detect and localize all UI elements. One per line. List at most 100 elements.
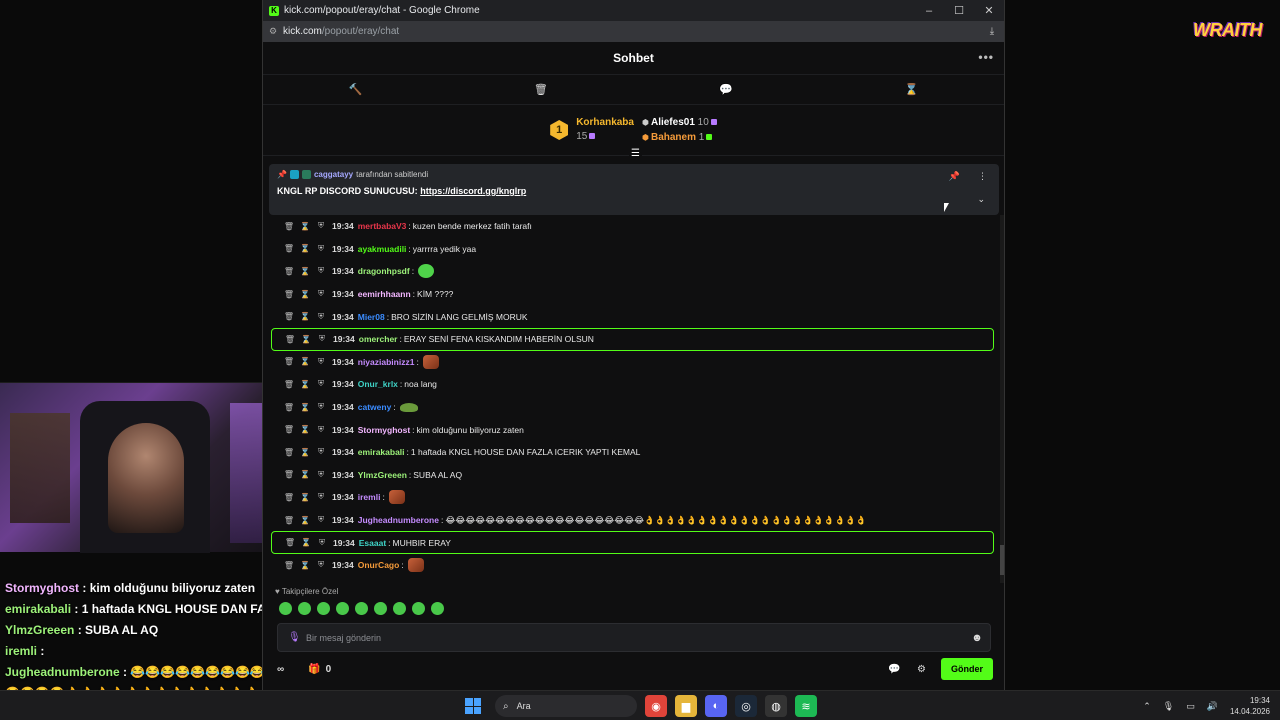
timeout-hourglass-icon[interactable]: ⌛ <box>297 561 313 570</box>
timeout-hourglass-icon[interactable]: ⌛ <box>297 267 313 276</box>
discord-icon[interactable]: ◐ <box>705 695 727 717</box>
ban-shield-icon[interactable]: ⛨ <box>313 221 329 231</box>
chat-message-row[interactable]: 🗑 ⌛ ⛨ 19:34 iremli: <box>263 486 1004 509</box>
timeout-hourglass-icon[interactable]: ⌛ <box>298 538 314 547</box>
site-settings-icon[interactable]: ⚙ <box>269 26 283 37</box>
display-icon[interactable]: ▭ <box>1186 701 1195 712</box>
ban-shield-icon[interactable]: ⛨ <box>313 402 329 412</box>
chat-message-row[interactable]: 🗑 ⌛ ⛨ 19:34 dragonhpsdf: <box>263 260 1004 283</box>
emote-button[interactable] <box>298 602 311 615</box>
ban-shield-icon[interactable]: ⛨ <box>313 560 329 570</box>
pinned-link[interactable]: https://discord.gg/knglrp <box>420 186 526 196</box>
delete-message-icon[interactable]: 🗑 <box>281 470 297 479</box>
delete-message-icon[interactable]: 🗑 <box>281 561 297 570</box>
chevron-up-icon[interactable]: ⌃ <box>1143 701 1151 712</box>
ban-shield-icon[interactable]: ⛨ <box>313 379 329 389</box>
timeout-hourglass-icon[interactable]: ⌛ <box>297 425 313 434</box>
more-options-icon[interactable]: ••• <box>978 50 994 64</box>
delete-message-icon[interactable]: 🗑 <box>281 403 297 412</box>
delete-message-icon[interactable]: 🗑 <box>281 448 297 457</box>
delete-message-icon[interactable]: 🗑 <box>281 290 297 299</box>
delete-message-icon[interactable]: 🗑 <box>281 267 297 276</box>
ban-hammer-icon[interactable]: 🔨 <box>263 75 448 104</box>
timeout-hourglass-icon[interactable]: ⌛ <box>297 493 313 502</box>
chrome-icon[interactable]: ◉ <box>645 695 667 717</box>
microphone-icon[interactable]: 🎙 <box>288 632 306 643</box>
message-username[interactable]: Esaaat <box>359 538 386 548</box>
chat-message-row[interactable]: 🗑 ⌛ ⛨ 19:34 OnurCago: <box>263 554 1004 577</box>
ban-shield-icon[interactable]: ⛨ <box>313 357 329 367</box>
emote-button[interactable] <box>393 602 406 615</box>
chat-message-row[interactable]: 🗑 ⌛ ⛨ 19:34 YlmzGreeen: SUBA AL AQ <box>263 464 1004 487</box>
timeout-hourglass-icon[interactable]: ⌛ <box>297 380 313 389</box>
chat-message-row[interactable]: 🗑 ⌛ ⛨ 19:34 emirakabali:1 haftada KNGL HOUSE… <box>263 441 1004 464</box>
emote-button[interactable] <box>431 602 444 615</box>
message-username[interactable]: Stormyghost <box>358 425 410 435</box>
leaderboard-second[interactable]: ⬢ Aliefes01 10 <box>642 115 717 130</box>
message-username[interactable]: eemirhhaann <box>358 289 411 299</box>
emote-button[interactable] <box>317 602 330 615</box>
delete-message-icon[interactable]: 🗑 <box>281 357 297 366</box>
trash-icon[interactable]: 🗑 <box>448 75 633 104</box>
ban-shield-icon[interactable]: ⛨ <box>313 289 329 299</box>
unpin-icon[interactable]: 📌 <box>949 171 960 182</box>
emote-button[interactable] <box>336 602 349 615</box>
chat-scrollbar[interactable] <box>1000 215 1004 583</box>
ban-shield-icon[interactable]: ⛨ <box>313 244 329 254</box>
scrollbar-thumb[interactable] <box>1000 545 1004 575</box>
delete-message-icon[interactable]: 🗑 <box>281 516 297 525</box>
timeout-hourglass-icon[interactable]: ⌛ <box>297 470 313 479</box>
chat-bubble-icon[interactable]: 💬 <box>634 75 819 104</box>
message-username[interactable]: niyaziabinizz1 <box>358 357 415 367</box>
infinity-icon[interactable]: ∞ <box>277 664 284 675</box>
delete-message-icon[interactable]: 🗑 <box>282 335 298 344</box>
ban-shield-icon[interactable]: ⛨ <box>314 334 330 344</box>
ban-shield-icon[interactable]: ⛨ <box>313 425 329 435</box>
timeout-hourglass-icon[interactable]: ⌛ <box>297 222 313 231</box>
pinned-more-icon[interactable]: ⋮ <box>978 171 987 182</box>
message-username[interactable]: YlmzGreeen <box>358 470 407 480</box>
message-username[interactable]: Mier08 <box>358 312 385 322</box>
chat-bubble-icon[interactable]: 💬 <box>881 664 908 675</box>
delete-message-icon[interactable]: 🗑 <box>281 425 297 434</box>
timeout-hourglass-icon[interactable]: ⌛ <box>297 244 313 253</box>
chevron-down-icon[interactable]: ⌄ <box>977 194 985 205</box>
chat-message-row[interactable]: 🗑 ⌛ ⛨ 19:34 eemirhhaann: KİM ???? <box>263 283 1004 306</box>
chat-message-row[interactable]: 🗑 ⌛ ⛨ 19:34 Onur_krlx: noa lang <box>263 373 1004 396</box>
emote-button[interactable] <box>374 602 387 615</box>
pinned-by-user[interactable]: caggatayy <box>314 170 353 179</box>
chat-message-row[interactable]: 🗑 ⌛ ⛨ 19:34 niyaziabinizz1: <box>263 351 1004 374</box>
ban-shield-icon[interactable]: ⛨ <box>313 470 329 480</box>
timeout-hourglass-icon[interactable]: ⌛ <box>298 335 314 344</box>
timeout-hourglass-icon[interactable]: ⌛ <box>297 312 313 321</box>
message-input[interactable] <box>306 632 964 643</box>
message-username[interactable]: OnurCago <box>358 560 400 570</box>
send-button[interactable]: Gönder <box>940 658 993 680</box>
chat-message-row[interactable]: 🗑 ⌛ ⛨ 19:34 Mier08: BRO SİZİN LANG GELMİŞ MOR… <box>263 305 1004 328</box>
ban-shield-icon[interactable]: ⛨ <box>313 492 329 502</box>
timeout-hourglass-icon[interactable]: ⌛ <box>297 290 313 299</box>
ban-shield-icon[interactable]: ⛨ <box>313 515 329 525</box>
chat-message-row[interactable]: 🗑 ⌛ ⛨ 19:34 Jugheadnumberone: 😂😂😂😂😂😂😂😂😂😂😂😂😂😂😂… <box>263 509 1004 532</box>
maximize-button[interactable]: ☐ <box>944 4 974 17</box>
chat-message-row[interactable]: 🗑 ⌛ ⛨ 19:34 catweny: <box>263 396 1004 419</box>
chat-message-row[interactable]: 🗑 ⌛ ⛨ 19:34 mertbabaV3: kuzen bende merkez fa… <box>263 215 1004 238</box>
leaderboard-first[interactable]: Korhankaba 15 <box>576 116 634 144</box>
ban-shield-icon[interactable]: ⛨ <box>314 538 330 548</box>
delete-message-icon[interactable]: 🗑 <box>281 244 297 253</box>
obs-icon[interactable]: ◍ <box>765 695 787 717</box>
delete-message-icon[interactable]: 🗑 <box>281 222 297 231</box>
steam-icon[interactable]: ◎ <box>735 695 757 717</box>
timeout-hourglass-icon[interactable]: ⌛ <box>297 403 313 412</box>
hourglass-icon[interactable]: ⌛ <box>819 75 1004 104</box>
delete-message-icon[interactable]: 🗑 <box>282 538 298 547</box>
chat-message-row[interactable]: 🗑 ⌛ ⛨ 19:34 Esaaat: MUHBIR ERAY <box>271 531 994 554</box>
ban-shield-icon[interactable]: ⛨ <box>313 447 329 457</box>
collapse-leaderboard-icon[interactable]: ☰ <box>629 148 642 159</box>
timeout-hourglass-icon[interactable]: ⌛ <box>297 448 313 457</box>
ban-shield-icon[interactable]: ⛨ <box>313 266 329 276</box>
message-username[interactable]: Jugheadnumberone <box>358 515 439 525</box>
message-username[interactable]: iremli <box>358 492 381 502</box>
emote-button[interactable] <box>412 602 425 615</box>
spotify-icon[interactable]: ≋ <box>795 695 817 717</box>
